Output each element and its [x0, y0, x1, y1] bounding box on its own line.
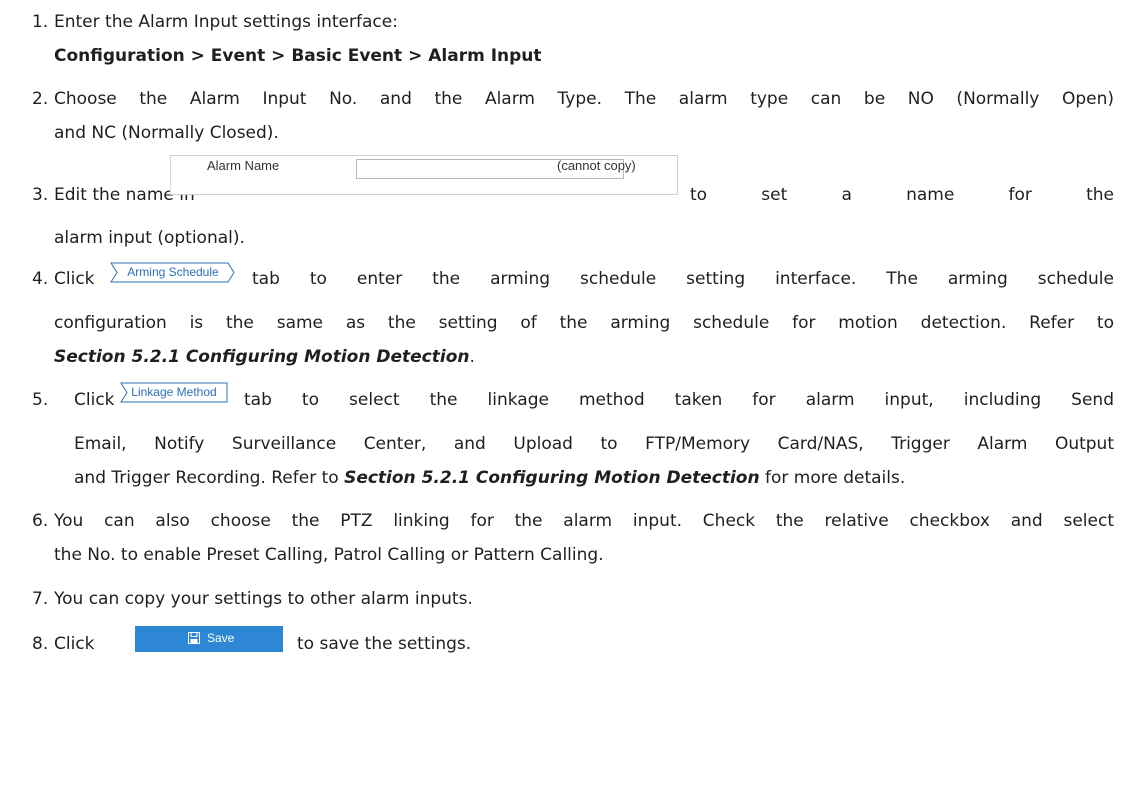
step-2-text: Choose the Alarm Input No. and the Alarm…: [54, 89, 1114, 109]
step-4-post: tab to enter the arming schedule setting…: [252, 269, 1114, 289]
step-3-post: to set a name for the: [690, 185, 1114, 205]
save-button[interactable]: Save: [135, 626, 283, 652]
cannot-copy-note: (cannot copy): [557, 158, 636, 173]
section-reference-2: Section 5.2.1 Configuring Motion Detecti…: [344, 468, 760, 488]
step-4-text-cont: configuration is the same as the setting…: [54, 313, 1114, 333]
step-2-text-cont: and NC (Normally Closed).: [54, 123, 279, 143]
document-page: 1. Enter the Alarm Input settings interf…: [0, 0, 1128, 811]
step-1-text: Enter the Alarm Input settings interface…: [54, 12, 398, 32]
step-5-line3-post: for more details.: [764, 468, 906, 488]
step-5-post: tab to select the linkage method taken f…: [244, 390, 1114, 410]
step-5-number: 5.: [32, 390, 49, 410]
step-5-line3-pre: and Trigger Recording. Refer to: [74, 468, 339, 488]
floppy-disk-icon: [188, 632, 200, 644]
step-3-number: 3.: [32, 185, 49, 205]
step-4-ref-end: .: [469, 347, 475, 367]
step-8-pre: Click: [54, 634, 95, 654]
step-3-text-cont: alarm input (optional).: [54, 228, 245, 248]
tab-arming-schedule[interactable]: Arming Schedule: [110, 262, 236, 283]
tab-arming-schedule-label: Arming Schedule: [127, 265, 219, 279]
menu-path: Configuration > Event > Basic Event > Al…: [54, 46, 542, 66]
step-6-text: You can also choose the PTZ linking for …: [54, 511, 1114, 531]
step-8-number: 8.: [32, 634, 49, 654]
alarm-name-label: Alarm Name: [207, 158, 280, 173]
tab-linkage-method[interactable]: Linkage Method: [120, 382, 228, 403]
step-6-text-cont: the No. to enable Preset Calling, Patrol…: [54, 545, 604, 565]
step-5-pre: Click: [74, 390, 115, 410]
section-reference: Section 5.2.1 Configuring Motion Detecti…: [54, 347, 470, 367]
step-2-number: 2.: [32, 89, 49, 109]
step-6-number: 6.: [32, 511, 49, 531]
step-1-number: 1.: [32, 12, 49, 32]
tab-linkage-method-label: Linkage Method: [131, 385, 217, 399]
step-4-number: 4.: [32, 269, 49, 289]
step-5-text-last: and Trigger Recording. Refer to Section …: [74, 466, 905, 490]
step-7-number: 7.: [32, 589, 49, 609]
step-8-post: to save the settings.: [297, 634, 472, 654]
step-4-pre: Click: [54, 269, 95, 289]
save-button-label: Save: [207, 631, 235, 645]
alarm-name-widget: Alarm Name (cannot copy): [170, 155, 678, 195]
step-7-text: You can copy your settings to other alar…: [54, 589, 473, 609]
step-5-text-cont: Email, Notify Surveillance Center, and U…: [74, 434, 1114, 454]
step-4-ref: Section 5.2.1 Configuring Motion Detecti…: [54, 345, 475, 369]
